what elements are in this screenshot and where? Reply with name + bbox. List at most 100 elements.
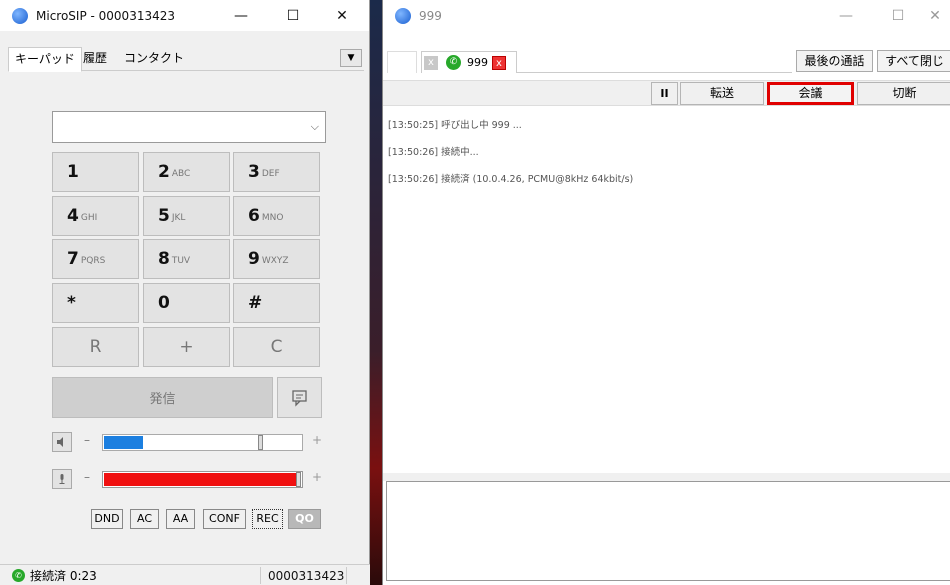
- speaker-volume-slider[interactable]: [102, 434, 303, 451]
- auto-answer-button[interactable]: AA: [166, 509, 195, 529]
- key-letters: TUV: [171, 256, 191, 266]
- key-digit: 3: [248, 162, 260, 182]
- close-tab-grey-icon[interactable]: x: [424, 55, 438, 70]
- chevron-down-icon[interactable]: ⌵: [311, 120, 319, 134]
- dial-number-input[interactable]: ⌵: [52, 111, 326, 143]
- mic-slider-thumb[interactable]: [296, 472, 301, 487]
- microsip-app-icon: [12, 7, 28, 24]
- mic-plus: +: [312, 470, 323, 484]
- hangup-button[interactable]: 切断: [857, 82, 950, 105]
- keypad-key-4[interactable]: 4 GHI: [52, 196, 139, 236]
- key-digit: C: [270, 337, 283, 357]
- key-letters: WXYZ: [261, 256, 289, 266]
- keypad-key-plus[interactable]: +: [143, 327, 230, 367]
- record-button[interactable]: REC: [252, 509, 283, 529]
- tab-menu-dropdown[interactable]: ▼: [340, 49, 362, 67]
- key-digit: 0: [158, 293, 170, 313]
- speaker-volume-row: – +: [52, 432, 332, 452]
- mic-volume-slider[interactable]: [102, 471, 303, 488]
- call-button[interactable]: 発信: [52, 377, 273, 418]
- key-letters: JKL: [171, 213, 186, 223]
- conf-button[interactable]: CONF: [203, 509, 246, 529]
- keypad-key-c[interactable]: C: [233, 327, 320, 367]
- keypad-key-1[interactable]: 1: [52, 152, 139, 192]
- key-letters: PQRS: [80, 256, 106, 266]
- speaker-icon: [57, 437, 63, 447]
- close-tab-icon[interactable]: x: [492, 55, 506, 70]
- key-digit: 8: [158, 249, 170, 269]
- microsip-main-window: MicroSIP - 0000313423 — ☐ ✕ キーパッド 履歴 コンタ…: [0, 0, 370, 585]
- tabs-divider: [517, 72, 792, 73]
- hold-button[interactable]: II: [651, 82, 678, 105]
- keypad-key-star[interactable]: *: [52, 283, 139, 323]
- key-letters: GHI: [80, 213, 98, 223]
- tab-contacts[interactable]: コンタクト: [118, 47, 190, 71]
- log-line: [13:50:25] 呼び出し中 999 ...: [388, 120, 522, 131]
- tab-keypad[interactable]: キーパッド: [8, 47, 82, 72]
- call-log: [13:50:25] 呼び出し中 999 ... [13:50:26] 接続中.…: [383, 106, 950, 473]
- keypad-key-r[interactable]: R: [52, 327, 139, 367]
- key-digit: 7: [67, 249, 79, 269]
- call-status-text: 接続済 0:23: [30, 568, 97, 583]
- key-letters: DEF: [261, 169, 280, 179]
- call-toolbar: II 転送 会議 切断: [383, 80, 950, 106]
- speaker-plus: +: [312, 433, 323, 447]
- main-tabs: キーパッド 履歴 コンタクト ▼: [8, 47, 364, 72]
- call-tab-999[interactable]: x ✆ 999 x: [421, 51, 517, 73]
- keypad-key-3[interactable]: 3 DEF: [233, 152, 320, 192]
- key-letters: MNO: [261, 213, 284, 223]
- keypad-key-6[interactable]: 6 MNO: [233, 196, 320, 236]
- tab-history[interactable]: 履歴: [77, 47, 113, 71]
- key-digit: R: [89, 337, 102, 357]
- speaker-minus: –: [84, 433, 90, 447]
- conference-button[interactable]: 会議: [767, 82, 854, 105]
- account-number[interactable]: 0000313423: [268, 569, 344, 583]
- keypad-key-2[interactable]: 2 ABC: [143, 152, 230, 192]
- mic-mute-button[interactable]: [52, 469, 72, 489]
- log-line: [13:50:26] 接続中...: [388, 147, 479, 158]
- window-title: MicroSIP - 0000313423: [36, 8, 175, 23]
- pane-splitter[interactable]: [383, 473, 950, 481]
- keypad-key-hash[interactable]: #: [233, 283, 320, 323]
- chat-bubble-icon: [291, 389, 307, 407]
- key-digit: 6: [248, 206, 260, 226]
- dnd-button[interactable]: DND: [91, 509, 123, 529]
- call-window: 999 — ☐ ✕ x ✆ 999 x 最後の通話 すべて閉じ II 転送 会議…: [382, 0, 950, 585]
- maximize-button[interactable]: ☐: [270, 0, 316, 31]
- speaker-slider-thumb[interactable]: [258, 435, 263, 450]
- keypad-key-9[interactable]: 9 WXYZ: [233, 239, 320, 279]
- message-input[interactable]: [386, 481, 950, 581]
- status-bar: ✆ 接続済 0:23 0000313423: [0, 564, 370, 585]
- last-call-button[interactable]: 最後の通話: [796, 50, 873, 72]
- status-divider: [346, 567, 347, 584]
- minimize-button[interactable]: —: [218, 0, 264, 31]
- call-tab-number: 999: [467, 56, 488, 69]
- key-digit: 4: [67, 206, 79, 226]
- microphone-icon: [59, 474, 65, 484]
- title-bar[interactable]: MicroSIP - 0000313423 — ☐ ✕: [0, 0, 369, 31]
- call-tab-blank: [387, 51, 417, 73]
- call-window-title: 999: [419, 8, 442, 23]
- keypad-key-5[interactable]: 5 JKL: [143, 196, 230, 236]
- maximize-button[interactable]: ☐: [875, 0, 921, 31]
- key-letters: ABC: [171, 169, 191, 179]
- close-button[interactable]: ✕: [319, 0, 365, 31]
- close-button[interactable]: ✕: [919, 0, 950, 31]
- transfer-button[interactable]: 転送: [680, 82, 764, 105]
- key-digit: +: [179, 337, 194, 357]
- key-digit: *: [67, 293, 76, 313]
- mic-minus: –: [84, 470, 90, 484]
- voicemail-button[interactable]: QO: [288, 509, 321, 529]
- active-call-icon: ✆: [446, 55, 461, 70]
- keypad-key-8[interactable]: 8 TUV: [143, 239, 230, 279]
- status-divider: [260, 567, 261, 584]
- minimize-button[interactable]: —: [823, 0, 869, 31]
- auto-conference-button[interactable]: AC: [130, 509, 159, 529]
- call-title-bar[interactable]: 999 — ☐ ✕: [383, 0, 950, 31]
- close-all-button[interactable]: すべて閉じ: [877, 50, 950, 72]
- keypad-key-0[interactable]: 0: [143, 283, 230, 323]
- message-button[interactable]: [277, 377, 322, 418]
- speaker-mute-button[interactable]: [52, 432, 72, 452]
- keypad-key-7[interactable]: 7 PQRS: [52, 239, 139, 279]
- microsip-app-icon: [395, 7, 411, 24]
